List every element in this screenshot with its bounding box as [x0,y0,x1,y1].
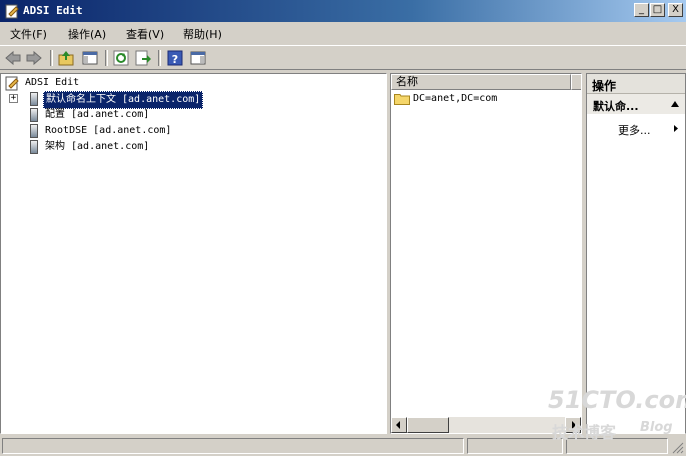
server-icon [30,140,38,154]
action-section-title: 默认命... [593,100,639,113]
column-header-next[interactable] [571,74,581,90]
toolbar: ? [0,45,686,70]
action-pane: 操作 默认命... 更多... [586,73,686,434]
tree-item-label: 配置 [ad.anet.com] [45,109,150,120]
watermark-logo: 51CTO.com [548,386,686,414]
list-pane[interactable]: 名称 DC=anet,DC=com [390,73,582,434]
tree-root-label: ADSI Edit [25,77,80,88]
status-cell [467,438,563,454]
show-hide-tree-icon[interactable] [81,49,99,67]
back-arrow-icon[interactable] [4,49,22,67]
action-pane-header: 操作 [587,74,685,94]
watermark-caption: 技术博客 [552,423,617,442]
server-icon [30,108,38,122]
adsi-edit-icon [5,76,19,91]
menu-bar: 文件(F) 操作(A) 查看(V) 帮助(H) [0,22,686,44]
tree-item-label: RootDSE [ad.anet.com] [45,125,172,136]
toolbar-separator [158,50,161,66]
status-cell [2,438,464,454]
forward-arrow-icon[interactable] [25,49,43,67]
adsi-edit-icon [5,4,19,19]
menu-file[interactable]: 文件(F) [10,26,47,42]
window-title: ADSI Edit [23,4,83,17]
menu-help[interactable]: 帮助(H) [183,26,222,42]
list-row-label: DC=anet,DC=com [413,93,498,104]
server-icon [30,124,38,138]
action-pane-title: 操作 [592,79,617,93]
tree-item-label: 架构 [ad.anet.com] [45,141,150,152]
expand-icon[interactable]: + [9,94,18,103]
action-section[interactable]: 默认命... [587,94,685,114]
arrow-left-icon [396,421,400,429]
help-icon[interactable]: ? [166,49,184,67]
list-row[interactable]: DC=anet,DC=com [394,91,580,107]
title-bar[interactable]: ADSI Edit _ □ X [0,0,686,22]
toolbar-separator [105,50,108,66]
action-more-label: 更多... [618,124,651,137]
maximize-button[interactable]: □ [650,3,665,17]
submenu-arrow-icon [674,125,678,132]
scroll-thumb[interactable] [407,417,449,433]
toolbar-separator [50,50,53,66]
up-folder-icon[interactable] [57,49,75,67]
resize-grip-icon[interactable] [672,442,684,454]
menu-view[interactable]: 查看(V) [126,26,164,42]
tree-item[interactable]: + 默认命名上下文 [ad.anet.com] [9,91,229,109]
tree-pane[interactable]: ADSI Edit + 默认命名上下文 [ad.anet.com] 配置 [ad… [0,73,387,434]
column-header-name[interactable]: 名称 [391,74,571,90]
server-icon [30,92,38,106]
scroll-left-button[interactable] [391,417,407,433]
close-button[interactable]: X [668,3,683,17]
svg-text:?: ? [172,53,178,66]
collapse-triangle-icon[interactable] [670,100,680,108]
refresh-icon[interactable] [112,49,130,67]
folder-icon [394,94,410,105]
minimize-button[interactable]: _ [634,3,649,17]
show-hide-action-pane-icon[interactable] [189,49,207,67]
menu-action[interactable]: 操作(A) [68,26,106,42]
action-more[interactable]: 更多... [587,120,685,138]
export-list-icon[interactable] [134,49,152,67]
watermark-blog: Blog [640,420,673,435]
